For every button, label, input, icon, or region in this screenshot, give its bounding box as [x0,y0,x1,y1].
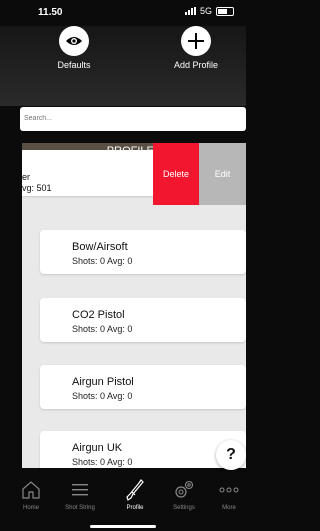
gear-icon [163,478,205,502]
tab-label: Home [22,505,39,511]
profile-name: CO2 Pistol [72,309,125,321]
help-button[interactable]: ? [216,440,246,470]
battery-icon [216,6,234,16]
delete-button[interactable]: Delete [153,143,199,205]
profile-stats: Shots: 0 Avg: 0 [72,324,133,334]
tab-label: Shot String [65,505,95,511]
tab-shot-string[interactable]: Shot String [59,478,101,511]
profile-name: Bow/Airsoft [72,241,128,253]
status-bar: 11.50 5G [0,0,246,26]
defaults-button[interactable]: Defaults [29,26,119,70]
tab-settings[interactable]: Settings [163,478,205,511]
search-input[interactable] [20,107,246,131]
home-indicator [90,525,156,528]
profile-row[interactable]: CO2 Pistol Shots: 0 Avg: 0 [40,298,246,342]
add-profile-button[interactable]: Add Profile [151,26,241,70]
profile-name: er [22,172,31,182]
profile-name: Airgun UK [72,442,123,454]
more-icon [208,478,250,502]
profile-stats: Shots: 0 Avg: 0 [72,256,133,266]
profile-name: Airgun Pistol [72,376,134,388]
tab-label: Settings [173,505,195,511]
tab-home[interactable]: Home [10,478,52,511]
tab-profile[interactable]: Profile [114,478,156,511]
tab-label: More [222,505,236,511]
profile-row[interactable]: Airgun UK Shots: 0 Avg: 0 [40,431,246,468]
signal-icon [184,7,196,15]
swiped-profile-row[interactable]: er vg: 501 Delete Edit [22,143,246,205]
plus-icon [181,26,211,56]
add-profile-label: Add Profile [173,60,219,70]
profile-row[interactable]: Airgun Pistol Shots: 0 Avg: 0 [40,365,246,409]
profile-row[interactable]: Bow/Airsoft Shots: 0 Avg: 0 [40,230,246,274]
tab-more[interactable]: More [208,478,250,511]
profiles-panel: PROFILES er vg: 501 Delete Edit Bow/Airs… [22,143,246,468]
list-icon [59,478,101,502]
profile-stats: Shots: 0 Avg: 0 [72,391,133,401]
eye-icon [59,26,89,56]
hero-header: Defaults Add Profile [0,26,246,106]
home-icon [10,478,52,502]
network-type: 5G [199,6,212,16]
swiped-profile-card[interactable]: er vg: 501 [22,150,165,196]
edit-button[interactable]: Edit [199,143,246,205]
status-time: 11.50 [38,7,63,18]
rifle-icon [114,478,156,502]
tab-label: Profile [126,505,144,511]
defaults-label: Defaults [57,60,91,70]
profile-stats: vg: 501 [22,183,52,193]
profile-stats: Shots: 0 Avg: 0 [72,457,133,467]
status-indicators: 5G [184,6,234,16]
tab-bar: Home Shot String Profile Settings More [0,474,246,531]
